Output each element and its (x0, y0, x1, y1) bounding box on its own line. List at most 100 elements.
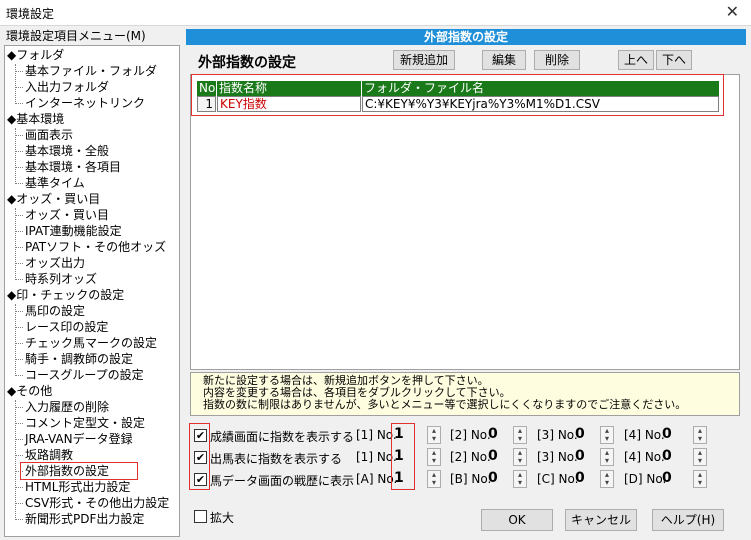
spin-icon[interactable]: ▴ ▾ (600, 426, 614, 444)
menu-item-clear-history[interactable]: 入力履歴の削除 (25, 399, 109, 415)
spin-icon[interactable]: ▴ ▾ (513, 470, 527, 488)
slot-value[interactable]: 0 (488, 426, 498, 442)
menu-item-internet-link[interactable]: インターネットリンク (25, 95, 145, 111)
slot-value[interactable]: 0 (575, 448, 585, 464)
option-row-entries: ✔ 出馬表に指数を表示する [1] No. 1 ▴ ▾ [2] No. 0 ▴ ▾ … (194, 448, 714, 468)
window-title: 環境設定 (6, 7, 55, 21)
ok-button[interactable]: OK (481, 509, 553, 531)
tree-tick (15, 231, 23, 232)
spin-icon[interactable]: ▴ ▾ (693, 426, 707, 444)
menu-category-other[interactable]: ◆その他 (7, 383, 52, 399)
zoom-checkbox[interactable] (194, 510, 207, 523)
help-button[interactable]: ヘルプ(H) (652, 509, 724, 531)
menu-item-comment-templates[interactable]: コメント定型文・設定 (25, 415, 145, 431)
spin-icon[interactable]: ▴ ▾ (427, 448, 441, 466)
cancel-button[interactable]: キャンセル (565, 509, 637, 531)
move-up-button[interactable]: 上へ (618, 50, 654, 70)
tree-tick (15, 103, 23, 104)
slot-value[interactable]: 0 (488, 448, 498, 464)
spin-icon[interactable]: ▴ ▾ (600, 448, 614, 466)
slot-tag: [2] No. (450, 428, 491, 442)
tree-tick (15, 423, 23, 424)
tree-tick (15, 183, 23, 184)
menu-item-course-group[interactable]: コースグループの設定 (25, 367, 144, 383)
tree-branch-line (15, 128, 16, 184)
help-note: 新たに設定する場合は、新規追加ボタンを押して下さい。 内容を変更する場合は、各項… (190, 372, 740, 416)
checkbox-highlight (189, 423, 210, 490)
menu-item-hill-training[interactable]: 坂路調教 (25, 447, 73, 463)
tree-tick (15, 327, 23, 328)
menu-item-time-series-odds[interactable]: 時系列オッズ (25, 271, 97, 287)
menu-item-horse-marks[interactable]: 馬印の設定 (25, 303, 85, 319)
tree-tick (15, 407, 23, 408)
spin-icon[interactable]: ▴ ▾ (513, 426, 527, 444)
menu-item-external-index[interactable]: 外部指数の設定 (20, 462, 138, 480)
settings-menu-tree[interactable]: ◆フォルダ 基本ファイル・フォルダ 入出力フォルダ インターネットリンク ◆基本… (4, 45, 180, 537)
menu-item-standard-time[interactable]: 基準タイム (25, 175, 85, 191)
menu-item-html-output[interactable]: HTML形式出力設定 (25, 479, 130, 495)
delete-button[interactable]: 削除 (534, 50, 580, 70)
option-row-horse-data: ✔ 馬データ画面の戦歴に表示 [A] No. 1 ▴ ▾ [B] No. 0 ▴ ▾… (194, 470, 714, 490)
menu-item-jravan-register[interactable]: JRA-VANデータ登録 (25, 431, 133, 447)
tree-tick (15, 503, 23, 504)
spin-icon[interactable]: ▴ ▾ (427, 470, 441, 488)
menu-category-odds[interactable]: ◆オッズ・買い目 (7, 191, 100, 207)
tree-branch-line (15, 304, 16, 376)
menu-item-pdf-output[interactable]: 新聞形式PDF出力設定 (25, 511, 144, 527)
slot-tag: [C] No. (537, 472, 579, 486)
menu-item-pat-soft[interactable]: PATソフト・その他オッズ (25, 239, 166, 255)
tree-tick (15, 311, 23, 312)
menu-category-folder[interactable]: ◆フォルダ (7, 47, 64, 63)
menu-item-csv-output[interactable]: CSV形式・その他出力設定 (25, 495, 169, 511)
slot-value[interactable]: 0 (575, 426, 585, 442)
menu-item-odds-bets[interactable]: オッズ・買い目 (25, 207, 109, 223)
slot-tag: [3] No. (537, 450, 578, 464)
slot-value[interactable]: 0 (662, 426, 672, 442)
menu-item-basic-general[interactable]: 基本環境・全般 (25, 143, 109, 159)
menu-category-marks[interactable]: ◆印・チェックの設定 (7, 287, 124, 303)
spin-icon[interactable]: ▴ ▾ (693, 470, 707, 488)
close-icon[interactable]: ✕ (726, 2, 739, 21)
tree-tick (15, 135, 23, 136)
move-down-button[interactable]: 下へ (656, 50, 692, 70)
menu-item-race-marks[interactable]: レース印の設定 (25, 319, 108, 335)
spin-icon[interactable]: ▴ ▾ (600, 470, 614, 488)
horse-data-label: 馬データ画面の戦歴に表示 (210, 474, 355, 488)
option-row-results: ✔ 成績画面に指数を表示する [1] No. 1 ▴ ▾ [2] No. 0 ▴ ▾… (194, 426, 714, 446)
spin-icon[interactable]: ▴ ▾ (427, 426, 441, 444)
menu-item-ipat[interactable]: IPAT連動機能設定 (25, 223, 122, 239)
slot-value[interactable]: 0 (662, 448, 672, 464)
slot-tag: [4] No. (624, 450, 665, 464)
entries-label: 出馬表に指数を表示する (210, 452, 343, 466)
tree-tick (15, 215, 23, 216)
slot-tag: [B] No. (450, 472, 492, 486)
menu-item-basic-each[interactable]: 基本環境・各項目 (25, 159, 121, 175)
slot-value[interactable]: 0 (575, 470, 585, 486)
tree-branch-line (15, 64, 16, 104)
tree-tick (15, 343, 23, 344)
tree-tick (15, 487, 23, 488)
menu-item-io-folder[interactable]: 入出力フォルダ (25, 79, 109, 95)
spin-icon[interactable]: ▴ ▾ (513, 448, 527, 466)
spin-icon[interactable]: ▴ ▾ (693, 448, 707, 466)
tree-tick (15, 87, 23, 88)
zoom-label: 拡大 (210, 511, 235, 525)
edit-button[interactable]: 編集 (482, 50, 526, 70)
add-new-button[interactable]: 新規追加 (393, 50, 455, 70)
table-highlight (191, 74, 724, 116)
menu-item-basic-file-folder[interactable]: 基本ファイル・フォルダ (25, 63, 157, 79)
menu-category-basic[interactable]: ◆基本環境 (7, 111, 64, 127)
title-bar: 環境設定 ✕ (0, 0, 751, 26)
tree-tick (15, 167, 23, 168)
tree-tick (15, 439, 23, 440)
menu-item-check-horse-marks[interactable]: チェック馬マークの設定 (25, 335, 157, 351)
menu-item-odds-output[interactable]: オッズ出力 (25, 255, 85, 271)
slot-tag: [2] No. (450, 450, 491, 464)
menu-item-jockey-trainer[interactable]: 騎手・調教師の設定 (25, 351, 133, 367)
section-title: 外部指数の設定 (198, 55, 296, 71)
slot-value[interactable]: 0 (662, 470, 672, 486)
panel-header: 外部指数の設定 (186, 29, 746, 45)
slot-value[interactable]: 0 (488, 470, 498, 486)
menu-item-display[interactable]: 画面表示 (25, 127, 73, 143)
tree-tick (15, 375, 23, 376)
